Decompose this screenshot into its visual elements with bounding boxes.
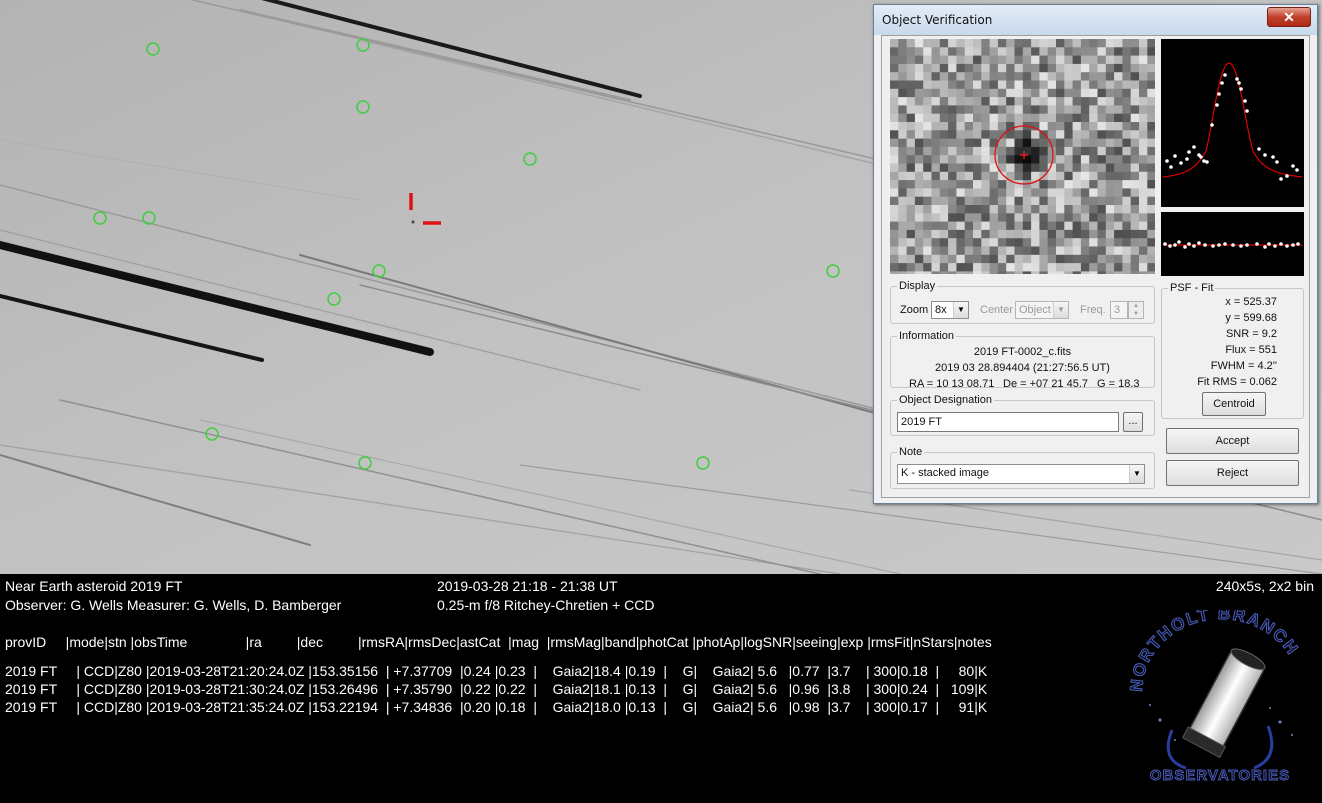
psf-y: y = 599.68: [1225, 312, 1277, 324]
center-value: Object: [1019, 304, 1051, 316]
caption-exposure: 240x5s, 2x2 bin: [1215, 578, 1314, 594]
freq-input[interactable]: 3: [1110, 301, 1128, 319]
close-icon[interactable]: ✕: [1267, 7, 1311, 27]
psf-x: x = 525.37: [1225, 296, 1277, 308]
caption-time-range: 2019-03-28 21:18 - 21:38 UT: [437, 578, 618, 594]
chevron-down-icon[interactable]: ▼: [1053, 302, 1068, 318]
table-row: 2019 FT | CCD|Z80 |2019-03-28T21:30:24.0…: [5, 681, 988, 697]
asteroid-dot: [411, 220, 415, 224]
object-verification-dialog: Object Verification ✕ Display Zoom 8x ▼ …: [873, 4, 1318, 504]
centroid-button[interactable]: Centroid: [1202, 392, 1266, 416]
table-row: 2019 FT | CCD|Z80 |2019-03-28T21:35:24.0…: [5, 699, 988, 715]
information-group: Information 2019 FT-0002_c.fits 2019 03 …: [890, 330, 1155, 390]
spin-up-icon[interactable]: ▲: [1129, 302, 1143, 310]
psf-fit-group: PSF - Fit x = 525.37 y = 599.68 SNR = 9.…: [1161, 282, 1304, 419]
center-label: Center: [980, 304, 1014, 316]
info-date: 2019 03 28.894404 (21:27:56.5 UT): [935, 362, 1110, 374]
psf-residual-plot: [1161, 212, 1304, 276]
information-legend: Information: [899, 330, 955, 342]
psf-fit-legend: PSF - Fit: [1170, 282, 1214, 294]
caption-telescope: 0.25-m f/8 Ritchey-Chretien + CCD: [437, 597, 655, 613]
designation-input[interactable]: 2019 FT: [897, 412, 1119, 432]
table-row: 2019 FT | CCD|Z80 |2019-03-28T21:20:24.0…: [5, 663, 988, 679]
table-header: provID |mode|stn |obsTime |ra |dec |rmsR…: [5, 634, 992, 650]
dialog-titlebar[interactable]: Object Verification ✕: [874, 5, 1317, 35]
designation-legend: Object Designation: [899, 394, 992, 406]
spin-down-icon[interactable]: ▼: [1129, 310, 1143, 318]
zoom-select[interactable]: 8x ▼: [931, 301, 969, 319]
info-ra: RA = 10 13 08.71: [909, 378, 995, 390]
psf-snr: SNR = 9.2: [1225, 328, 1277, 340]
dialog-client: Display Zoom 8x ▼ Center Object ▼ Freq. …: [881, 35, 1310, 498]
info-g: G = 18.3: [1097, 378, 1140, 390]
zoom-value: 8x: [935, 304, 947, 316]
chevron-down-icon[interactable]: ▼: [953, 302, 968, 318]
center-select[interactable]: Object ▼: [1015, 301, 1069, 319]
note-legend: Note: [899, 446, 923, 458]
note-group: Note K - stacked image ▼: [890, 446, 1155, 489]
accept-button[interactable]: Accept: [1166, 428, 1299, 454]
chevron-down-icon[interactable]: ▼: [1129, 465, 1144, 483]
display-legend: Display: [899, 280, 936, 292]
zoom-label: Zoom: [900, 304, 929, 316]
note-select[interactable]: K - stacked image ▼: [897, 464, 1145, 484]
display-group: Display Zoom 8x ▼ Center Object ▼ Freq. …: [890, 280, 1155, 324]
psf-flux: Flux = 551: [1225, 344, 1277, 356]
browse-button[interactable]: ...: [1123, 412, 1143, 432]
info-de: De = +07 21 45.7: [1003, 378, 1089, 390]
psf-values: x = 525.37 y = 599.68 SNR = 9.2 Flux = 5…: [1197, 294, 1277, 390]
reject-button[interactable]: Reject: [1166, 460, 1299, 486]
note-value: K - stacked image: [901, 467, 990, 479]
caption-observer: Observer: G. Wells Measurer: G. Wells, D…: [5, 597, 342, 613]
freq-label: Freq.: [1080, 304, 1106, 316]
freq-spinner[interactable]: ▲ ▼: [1128, 301, 1144, 319]
dialog-title: Object Verification: [882, 13, 993, 27]
psf-profile-plot: [1161, 39, 1304, 207]
psf-fit-rms: Fit RMS = 0.062: [1197, 376, 1277, 388]
logo-bottom-text: OBSERVATORIES: [1150, 767, 1290, 784]
designation-group: Object Designation 2019 FT ...: [890, 394, 1155, 436]
caption-object: Near Earth asteroid 2019 FT: [5, 578, 183, 594]
info-filename: 2019 FT-0002_c.fits: [973, 346, 1072, 358]
pixel-zoom-view[interactable]: [890, 39, 1155, 274]
observatory-logo: NORTHOLT BRANCH OBSERVATORIES: [1120, 603, 1320, 795]
psf-fwhm: FWHM = 4.2'': [1210, 360, 1277, 372]
